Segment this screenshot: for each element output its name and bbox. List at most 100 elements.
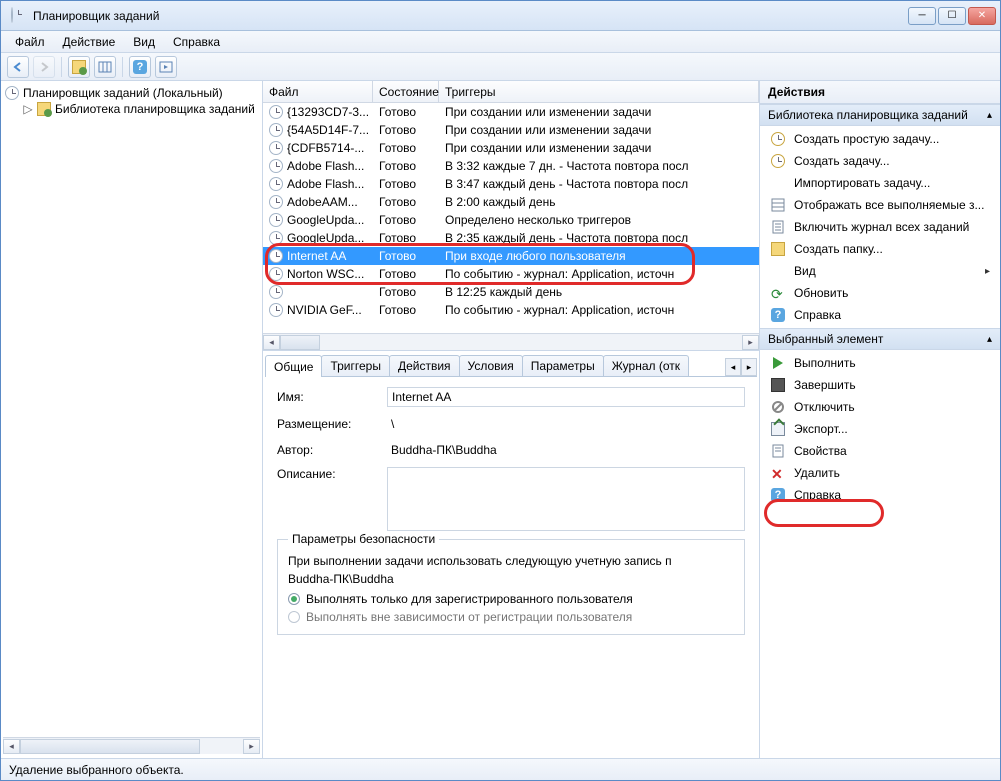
col-triggers[interactable]: Триггеры xyxy=(439,81,759,102)
action-item[interactable]: Создать папку... xyxy=(760,238,1000,260)
table-row[interactable]: {54A5D14F-7...ГотовоПри создании или изм… xyxy=(263,121,759,139)
action-item[interactable]: Создать простую задачу... xyxy=(760,128,1000,150)
radio-any-user[interactable]: Выполнять вне зависимости от регистрации… xyxy=(288,610,734,624)
action-label: Завершить xyxy=(794,378,856,392)
expand-icon[interactable]: ▷ xyxy=(23,102,33,116)
cell-trigger: При входе любого пользователя xyxy=(439,249,759,263)
main-area: Планировщик заданий (Локальный) ▷ Библио… xyxy=(1,81,1000,758)
clock-icon xyxy=(269,159,283,173)
tree-library[interactable]: ▷ Библиотека планировщика заданий xyxy=(3,101,260,117)
action-item[interactable]: Завершить xyxy=(760,374,1000,396)
clock-icon xyxy=(269,249,283,263)
clock-icon xyxy=(770,131,786,147)
tasklist-hscroll[interactable]: ◂▸ xyxy=(263,333,759,350)
desc-value xyxy=(387,467,745,531)
table-row[interactable]: Norton WSC...ГотовоПо событию - журнал: … xyxy=(263,265,759,283)
action-label: Справка xyxy=(794,488,841,502)
action-label: Импортировать задачу... xyxy=(794,176,930,190)
tab-conditions[interactable]: Условия xyxy=(459,355,523,376)
cell-file: Internet AA xyxy=(287,249,346,263)
cell-file: {13293CD7-3... xyxy=(287,105,369,119)
col-file[interactable]: Файл xyxy=(263,81,373,102)
task-list-header: Файл Состояние Триггеры xyxy=(263,81,759,103)
table-row[interactable]: {13293CD7-3...ГотовоПри создании или изм… xyxy=(263,103,759,121)
nav-back-button[interactable] xyxy=(7,56,29,78)
cell-state: Готово xyxy=(373,159,439,173)
folder-icon xyxy=(770,241,786,257)
action-item[interactable]: Отключить xyxy=(760,396,1000,418)
minimize-button[interactable]: ─ xyxy=(908,7,936,25)
action-item[interactable]: Включить журнал всех заданий xyxy=(760,216,1000,238)
menu-file[interactable]: Файл xyxy=(7,33,53,51)
disable-icon xyxy=(770,399,786,415)
tab-triggers[interactable]: Триггеры xyxy=(321,355,390,376)
actions-section-selected[interactable]: Выбранный элемент ▴ xyxy=(760,328,1000,350)
table-row[interactable]: {CDFB5714-...ГотовоПри создании или изме… xyxy=(263,139,759,157)
action-label: Справка xyxy=(794,308,841,322)
table-row[interactable]: NVIDIA GeF...ГотовоПо событию - журнал: … xyxy=(263,301,759,319)
tab-scroll-left[interactable]: ◂ xyxy=(725,358,741,376)
refresh-icon: ⟳ xyxy=(770,285,786,301)
action-item[interactable]: ?Справка xyxy=(760,304,1000,326)
help-button[interactable]: ? xyxy=(129,56,151,78)
tree-root[interactable]: Планировщик заданий (Локальный) xyxy=(3,85,260,101)
table-row[interactable]: Adobe Flash...ГотовоВ 3:47 каждый день -… xyxy=(263,175,759,193)
show-hide-tree-button[interactable] xyxy=(68,56,90,78)
menu-action[interactable]: Действие xyxy=(55,33,124,51)
tree-library-label: Библиотека планировщика заданий xyxy=(55,102,255,116)
play-icon xyxy=(770,355,786,371)
close-button[interactable]: ✕ xyxy=(968,7,996,25)
table-row[interactable]: Adobe Flash...ГотовоВ 3:32 каждые 7 дн. … xyxy=(263,157,759,175)
cell-state: Готово xyxy=(373,213,439,227)
cell-file: AdobeAAM... xyxy=(287,195,358,209)
none-icon xyxy=(770,263,786,279)
action-item[interactable]: ✕Удалить xyxy=(760,462,1000,484)
tab-scroll-right[interactable]: ▸ xyxy=(741,358,757,376)
tab-general[interactable]: Общие xyxy=(265,355,322,377)
tree-hscroll[interactable]: ◂▸ xyxy=(3,737,260,754)
nav-forward-button[interactable] xyxy=(33,56,55,78)
col-state[interactable]: Состояние xyxy=(373,81,439,102)
author-label: Автор: xyxy=(277,443,387,457)
cell-file: NVIDIA GeF... xyxy=(287,303,362,317)
action-item[interactable]: ⟳ Обновить xyxy=(760,282,1000,304)
action-item[interactable]: Выполнить xyxy=(760,352,1000,374)
cell-file: {CDFB5714-... xyxy=(287,141,364,155)
menu-view[interactable]: Вид xyxy=(125,33,163,51)
action-item[interactable]: ?Справка xyxy=(760,484,1000,506)
actions-section-library[interactable]: Библиотека планировщика заданий ▴ xyxy=(760,104,1000,126)
cell-state: Готово xyxy=(373,141,439,155)
preview-button[interactable] xyxy=(155,56,177,78)
clock-icon xyxy=(269,267,283,281)
action-item[interactable]: Вид▸ xyxy=(760,260,1000,282)
cell-state: Готово xyxy=(373,105,439,119)
tab-history[interactable]: Журнал (отк xyxy=(603,355,689,376)
task-list-body[interactable]: {13293CD7-3...ГотовоПри создании или изм… xyxy=(263,103,759,333)
table-row[interactable]: ГотовоВ 12:25 каждый день xyxy=(263,283,759,301)
columns-button[interactable] xyxy=(94,56,116,78)
action-item[interactable]: Свойства xyxy=(760,440,1000,462)
props-icon xyxy=(770,443,786,459)
maximize-button[interactable]: ☐ xyxy=(938,7,966,25)
radio-logged-user[interactable]: Выполнять только для зарегистрированного… xyxy=(288,592,734,606)
window-title: Планировщик заданий xyxy=(33,9,159,23)
action-item[interactable]: Создать задачу... xyxy=(760,150,1000,172)
tab-actions[interactable]: Действия xyxy=(389,355,460,376)
cell-trigger: В 3:47 каждый день - Частота повтора пос… xyxy=(439,177,759,191)
action-label: Выполнить xyxy=(794,356,856,370)
table-row[interactable]: AdobeAAM...ГотовоВ 2:00 каждый день xyxy=(263,193,759,211)
title-bar: Планировщик заданий ─ ☐ ✕ xyxy=(1,1,1000,31)
action-label: Отключить xyxy=(794,400,855,414)
action-item[interactable]: Отображать все выполняемые з... xyxy=(760,194,1000,216)
collapse-icon: ▴ xyxy=(987,110,992,121)
menu-help[interactable]: Справка xyxy=(165,33,228,51)
menu-bar: Файл Действие Вид Справка xyxy=(1,31,1000,53)
cell-trigger: При создании или изменении задачи xyxy=(439,123,759,137)
table-row[interactable]: GoogleUpda...ГотовоВ 2:35 каждый день - … xyxy=(263,229,759,247)
tab-settings[interactable]: Параметры xyxy=(522,355,604,376)
action-item[interactable]: Экспорт... xyxy=(760,418,1000,440)
table-row[interactable]: GoogleUpda...ГотовоОпределено несколько … xyxy=(263,211,759,229)
table-row[interactable]: Internet AAГотовоПри входе любого пользо… xyxy=(263,247,759,265)
action-label: Обновить xyxy=(794,286,848,300)
action-item[interactable]: Импортировать задачу... xyxy=(760,172,1000,194)
